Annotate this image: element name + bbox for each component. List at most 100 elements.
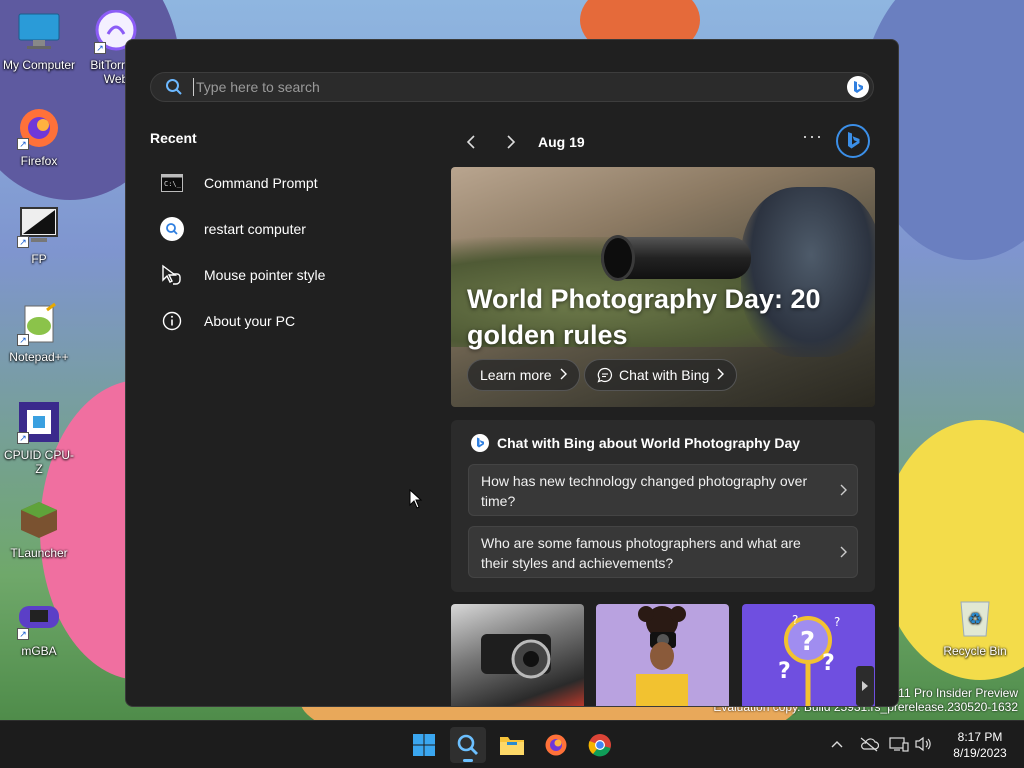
grass-block-icon [17,498,61,542]
taskbar: 8:17 PM 8/19/2023 [0,720,1024,768]
chat-suggestion-text: How has new technology changed photograp… [481,473,808,509]
onedrive-offline-icon[interactable] [858,733,880,755]
bing-icon [471,434,489,452]
play-arrow-icon [862,681,868,691]
bing-chat-card: Chat with Bing about World Photography D… [451,420,875,592]
shortcut-arrow-icon: ↗ [17,236,29,248]
carousel-image-woman-camera[interactable] [596,604,729,706]
carousel-image-vintage-camera[interactable] [451,604,584,706]
cpuz-icon: ↗ [17,400,61,444]
hero-title: World Photography Day: 20 golden rules [467,284,821,350]
search-input[interactable] [193,78,847,96]
mouse-cursor-icon [409,488,423,514]
chevron-right-icon [840,481,847,501]
search-box[interactable] [150,72,874,102]
recent-title: Recent [150,130,197,146]
search-icon [165,78,183,96]
desktop-icon-fp[interactable]: ↗ FP [1,204,77,266]
highlight-date: Aug 19 [538,134,585,150]
next-arrow-icon[interactable] [496,127,526,157]
desktop-icon-tlauncher[interactable]: TLauncher [1,498,77,560]
recent-item-label: Mouse pointer style [204,267,326,283]
network-icon[interactable] [888,733,910,755]
taskbar-chrome[interactable] [582,727,618,763]
monitor-icon [17,10,61,54]
bing-icon [848,132,860,149]
chat-suggestion-text: Who are some famous photographers and wh… [481,535,801,571]
more-options-button[interactable]: ··· [802,126,823,147]
clock-date: 8/19/2023 [953,746,1007,760]
hero-card[interactable]: World Photography Day: 20 golden rules L… [451,167,875,407]
shortcut-arrow-icon: ↗ [17,628,29,640]
taskbar-file-explorer[interactable] [494,727,530,763]
chat-suggestion[interactable]: Who are some famous photographers and wh… [468,526,858,578]
chat-suggestion[interactable]: How has new technology changed photograp… [468,464,858,516]
start-button[interactable] [406,727,442,763]
search-icon [160,217,184,241]
recent-item-restart-computer[interactable]: restart computer [150,206,430,252]
firefox-icon [545,734,567,756]
svg-text:?: ? [778,659,791,684]
desktop-icon-firefox[interactable]: ↗ Firefox [1,106,77,168]
desktop-icon-label: FP [31,252,47,266]
desktop-icon-label: Recycle Bin [943,644,1007,658]
clock-time: 8:17 PM [957,730,1003,744]
taskbar-search-button[interactable] [450,727,486,763]
desktop-icon-label: TLauncher [10,546,68,560]
mouse-pointer-icon [160,263,184,287]
chat-bubble-icon [597,367,613,383]
volume-icon[interactable] [912,733,934,755]
recycle-bin-icon: ♻ [953,596,997,640]
image-carousel: ????? [451,604,875,706]
svg-text:♻: ♻ [968,611,982,628]
recent-item-command-prompt[interactable]: C:\_ Command Prompt [150,160,430,206]
desktop-icon-cpuz[interactable]: ↗ CPUID CPU-Z [1,400,77,476]
firefox-icon: ↗ [17,106,61,150]
search-flyout: Recent C:\_ Command Prompt restart compu… [125,39,899,707]
recent-list: C:\_ Command Prompt restart computer Mou… [150,160,430,344]
bing-icon [854,81,863,93]
carousel-next-button[interactable] [856,666,874,706]
recent-item-label: restart computer [204,221,306,237]
notepadpp-icon: ↗ [17,302,61,346]
chat-with-bing-label: Chat with Bing [619,367,710,383]
learn-more-button[interactable]: Learn more [467,359,580,391]
chrome-icon [588,734,611,757]
chat-card-title: Chat with Bing about World Photography D… [497,435,801,451]
bing-logo-button[interactable] [836,124,870,158]
recent-item-label: About your PC [204,313,296,329]
desktop-icon-label: Firefox [20,154,58,168]
learn-more-label: Learn more [480,367,552,383]
recent-item-about-your-pc[interactable]: About your PC [150,298,430,344]
recent-item-mouse-pointer-style[interactable]: Mouse pointer style [150,252,430,298]
shortcut-arrow-icon: ↗ [17,138,29,150]
desktop-icon-my-computer[interactable]: My Computer [1,10,77,72]
highlights-header: Aug 19 ··· [456,124,876,160]
desktop-icon-notepadpp[interactable]: ↗ Notepad++ [1,302,77,364]
bing-chat-button[interactable] [847,76,869,98]
svg-text:?: ? [822,651,835,676]
desktop-icon-label: CPUID CPU-Z [3,448,74,476]
command-prompt-icon: C:\_ [160,171,184,195]
previous-arrow-icon[interactable] [456,127,486,157]
info-icon [160,309,184,333]
shortcut-arrow-icon: ↗ [17,432,29,444]
chat-card-header: Chat with Bing about World Photography D… [471,434,800,452]
monitor-icon: ↗ [17,204,61,248]
gameboy-icon: ↗ [17,596,61,640]
taskbar-firefox[interactable] [538,727,574,763]
desktop-icon-label: mGBA [21,644,57,658]
desktop-icon-mgba[interactable]: ↗ mGBA [1,596,77,658]
shortcut-arrow-icon: ↗ [17,334,29,346]
folder-icon [500,737,524,755]
chevron-right-icon [717,368,725,383]
desktop-icon-recycle-bin[interactable]: ♻ Recycle Bin [937,596,1013,658]
recent-item-label: Command Prompt [204,175,318,191]
show-hidden-icons-chevron-icon[interactable] [826,733,848,755]
windows-logo-icon [413,734,435,756]
desktop-icon-label: My Computer [2,58,76,72]
chevron-right-icon [560,368,567,383]
chat-with-bing-button[interactable]: Chat with Bing [584,359,738,391]
taskbar-clock[interactable]: 8:17 PM 8/19/2023 [942,729,1018,761]
shortcut-arrow-icon: ↗ [94,42,106,54]
